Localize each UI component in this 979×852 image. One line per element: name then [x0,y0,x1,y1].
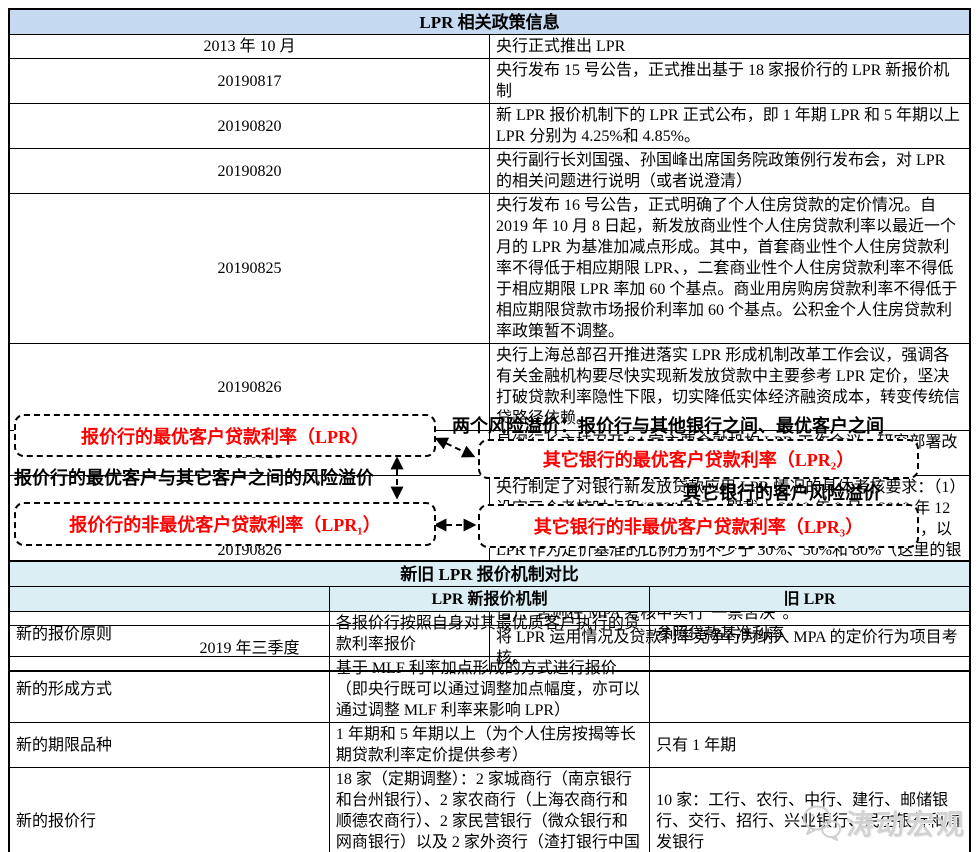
col-header-old-lpr: 旧 LPR [650,587,970,612]
table-row: 20190825 央行发布 16 号公告，正式明确了个人住房贷款的定价情况。自 … [9,194,970,344]
new-lpr-cell: 基于 MLF 利率加点形成的方式进行报价（即央行既可以通过调整加点幅度，亦可以通… [329,657,649,723]
policy-date: 2013 年 10 月 [9,35,490,59]
table-row: 新的报价行 18 家（定期调整）：2 家城商行（南京银行和台州银行）、2 家农商… [9,768,970,852]
table-row: 新的形成方式 基于 MLF 利率加点形成的方式进行报价（即央行既可以通过调整加点… [9,657,970,723]
policy-date: 20190825 [9,194,490,344]
table-row: 新的期限品种 1 年期和 5 年期以上（为个人住房按揭等长期贷款利率定价提供参考… [9,723,970,768]
other-bank-premium-label: 其它银行的客户风险溢价 [683,479,881,505]
new-lpr-cell: 18 家（定期调整）：2 家城商行（南京银行和台州银行）、2 家农商行（上海农商… [329,768,649,852]
lpr-comparison-table: 新旧 LPR 报价机制对比 LPR 新报价机制 旧 LPR 新的报价原则 各报价… [8,560,971,852]
quoting-bank-nonbest-rate-box: 报价行的非最优客户贷款利率（LPR₁） [14,502,436,546]
row-label: 新的形成方式 [9,657,329,723]
quoting-bank-premium-label: 报价行的最优客户与其它客户之间的风险溢价 [14,464,374,490]
corner-cell [9,587,329,612]
other-bank-nonbest-rate-box: 其它银行的非最优客户贷款利率（LPR₃） [478,504,919,548]
col-header-new-lpr: LPR 新报价机制 [329,587,649,612]
policy-event: 新 LPR 报价机制下的 LPR 正式公布，即 1 年期 LPR 和 5 年期以… [490,104,971,149]
table-row: 2013 年 10 月 央行正式推出 LPR [9,35,970,59]
two-premiums-label: 两个风险溢价：报价行与其他银行之间、最优客户之间 [452,412,884,438]
policy-date: 20190820 [9,149,490,194]
other-bank-best-rate-box: 其它银行的最优客户贷款利率（LPR₂） [478,439,919,479]
old-lpr-cell: 只有 1 年期 [650,723,970,768]
row-label: 新的报价行 [9,768,329,852]
policy-event: 央行发布 16 号公告，正式明确了个人住房贷款的定价情况。自 2019 年 10… [490,194,971,344]
old-lpr-cell: 参照贷款基准利率 [650,612,970,657]
lpr-premium-diagram: 报价行的最优客户贷款利率（LPR） 报价行的最优客户与其它客户之间的风险溢价 报… [0,406,979,560]
policy-date: 20190817 [9,59,490,104]
table-row: 20190817 央行发布 15 号公告，正式推出基于 18 家报价行的 LPR… [9,59,970,104]
policy-event: 央行正式推出 LPR [490,35,971,59]
old-lpr-cell: 10 家：工行、农行、中行、建行、邮储银行、交行、招行、兴业银行、民生银行和浦发… [650,768,970,852]
policy-table-title: LPR 相关政策信息 [9,9,970,35]
old-lpr-cell [650,657,970,723]
new-lpr-cell: 1 年期和 5 年期以上（为个人住房按揭等长期贷款利率定价提供参考） [329,723,649,768]
comparison-header-row: LPR 新报价机制 旧 LPR [9,587,970,612]
policy-date: 20190820 [9,104,490,149]
comparison-title-row: 新旧 LPR 报价机制对比 [9,561,970,587]
quoting-bank-best-rate-box: 报价行的最优客户贷款利率（LPR） [14,414,436,457]
policy-event: 央行副行长刘国强、孙国峰出席国务院政策例行发布会，对 LPR 的相关问题进行说明… [490,149,971,194]
document-page: LPR 相关政策信息 2013 年 10 月 央行正式推出 LPR 201908… [0,0,979,852]
table-row: 20190820 央行副行长刘国强、孙国峰出席国务院政策例行发布会，对 LPR … [9,149,970,194]
policy-table-header-row: LPR 相关政策信息 [9,9,970,35]
new-lpr-cell: 各报价行按照自身对其最优质客户执行的贷款利率报价 [329,612,649,657]
comparison-table-title: 新旧 LPR 报价机制对比 [9,561,970,587]
diagonal-double-arrow [437,439,473,456]
table-row: 新的报价原则 各报价行按照自身对其最优质客户执行的贷款利率报价 参照贷款基准利率 [9,612,970,657]
row-label: 新的报价原则 [9,612,329,657]
policy-event: 央行发布 15 号公告，正式推出基于 18 家报价行的 LPR 新报价机制 [490,59,971,104]
table-row: 20190820 新 LPR 报价机制下的 LPR 正式公布，即 1 年期 LP… [9,104,970,149]
row-label: 新的期限品种 [9,723,329,768]
